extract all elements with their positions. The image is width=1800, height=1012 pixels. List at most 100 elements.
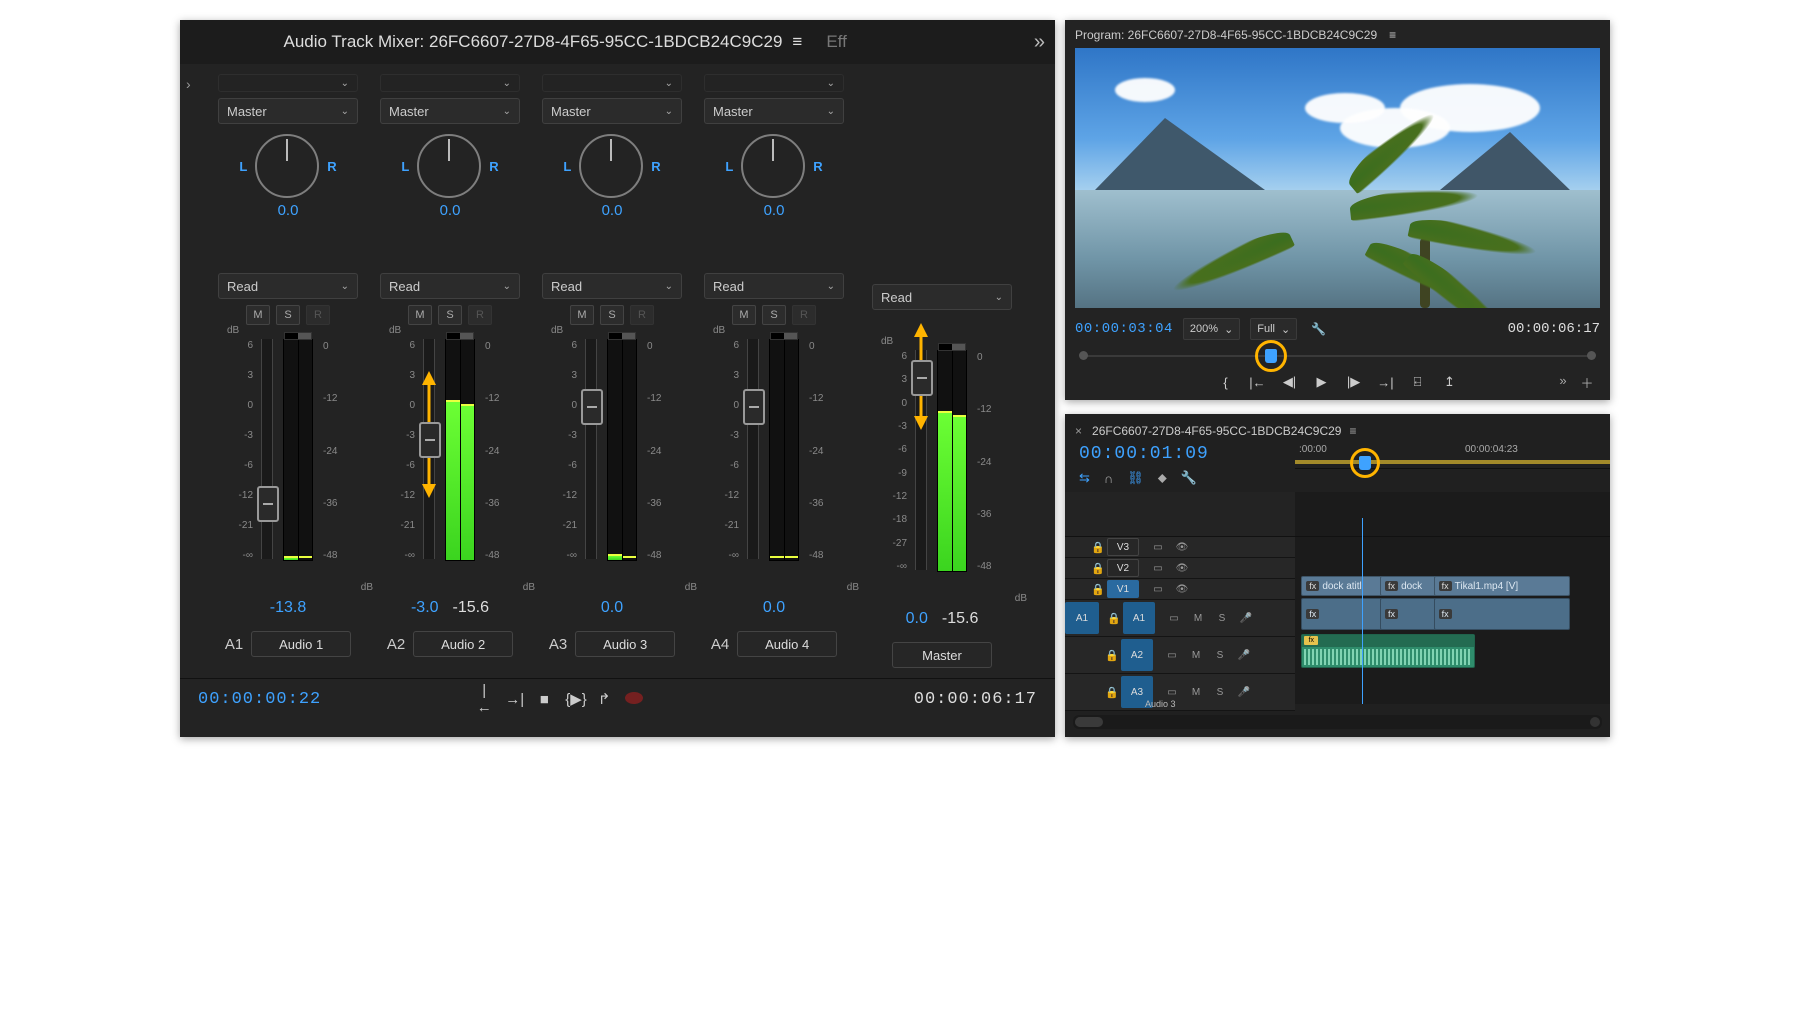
- loop-icon[interactable]: ↱: [595, 690, 613, 708]
- effect-slot-dropdown[interactable]: ⌄: [380, 74, 520, 92]
- timeline-playhead-line[interactable]: [1362, 518, 1363, 704]
- quality-dropdown[interactable]: Full⌄: [1250, 318, 1297, 340]
- automation-mode-dropdown[interactable]: Read⌄: [380, 273, 520, 299]
- mark-in-icon[interactable]: {: [1217, 375, 1235, 390]
- track-name-input[interactable]: Audio 2: [413, 631, 513, 657]
- audio-clip[interactable]: fx: [1434, 598, 1570, 630]
- toggle-output-icon[interactable]: ▭: [1167, 613, 1181, 624]
- fader-handle[interactable]: [257, 486, 279, 522]
- fx-badge[interactable]: fx: [1304, 636, 1318, 645]
- automation-mode-dropdown[interactable]: Read⌄: [542, 273, 682, 299]
- settings-wrench-icon[interactable]: 🔧: [1181, 470, 1197, 486]
- timeline-ruler[interactable]: :00:00 00:00:04:23: [1295, 442, 1610, 469]
- pan-value[interactable]: 0.0: [440, 202, 461, 219]
- send-dropdown[interactable]: Master⌄: [218, 98, 358, 124]
- audio-track-header[interactable]: A1 🔒 A1 ▭ M S 🎤: [1065, 600, 1295, 637]
- panel-menu-icon[interactable]: ≡: [1349, 424, 1356, 438]
- timeline-timecode[interactable]: 00:00:01:09: [1065, 442, 1295, 470]
- track-tag[interactable]: A2: [1121, 639, 1153, 671]
- insert-mode-icon[interactable]: ⇆: [1079, 470, 1090, 486]
- fader-db-value[interactable]: -3.0: [411, 599, 439, 617]
- mute-button[interactable]: M: [732, 305, 756, 325]
- fader-db-value[interactable]: 0.0: [601, 599, 623, 617]
- toggle-output-icon[interactable]: ▭: [1151, 563, 1165, 574]
- solo-button[interactable]: S: [276, 305, 300, 325]
- mute-button[interactable]: M: [246, 305, 270, 325]
- toggle-output-icon[interactable]: ▭: [1151, 542, 1165, 553]
- send-dropdown[interactable]: Master⌄: [704, 98, 844, 124]
- lock-icon[interactable]: 🔒: [1103, 686, 1121, 699]
- source-patch-tag[interactable]: A1: [1065, 602, 1099, 634]
- pan-knob[interactable]: [255, 134, 319, 198]
- toggle-output-icon[interactable]: ▭: [1151, 584, 1165, 595]
- lock-icon[interactable]: 🔒: [1089, 562, 1107, 575]
- toggle-output-icon[interactable]: ▭: [1165, 687, 1179, 698]
- mute-button[interactable]: M: [408, 305, 432, 325]
- fader-track[interactable]: [585, 339, 597, 559]
- fader-handle[interactable]: [911, 360, 933, 396]
- side-panel-toggle-icon[interactable]: ›: [186, 76, 191, 92]
- step-back-icon[interactable]: ◀|: [1281, 374, 1299, 390]
- audio-track-header[interactable]: 🔒 A2 ▭ M S 🎤: [1065, 637, 1295, 674]
- marker-icon[interactable]: ⬥: [1158, 470, 1167, 486]
- program-playhead-highlight[interactable]: [1255, 340, 1287, 372]
- timeline-playhead-highlight[interactable]: [1350, 448, 1380, 478]
- mixer-timecode-current[interactable]: 00:00:00:22: [198, 690, 321, 709]
- fx-badge[interactable]: fx: [1306, 609, 1319, 619]
- overflow-icon[interactable]: »: [1034, 31, 1045, 54]
- fx-badge[interactable]: fx: [1306, 581, 1319, 591]
- fx-badge[interactable]: fx: [1385, 581, 1398, 591]
- play-icon[interactable]: ▶: [1313, 374, 1331, 390]
- export-frame-icon[interactable]: ↥: [1441, 374, 1459, 390]
- lock-icon[interactable]: 🔒: [1089, 583, 1107, 596]
- mute-button[interactable]: M: [1189, 687, 1203, 698]
- video-clip[interactable]: fxdock: [1380, 576, 1440, 596]
- go-to-out-icon[interactable]: →|: [505, 691, 523, 708]
- timeline-horizontal-scrollbar[interactable]: [1073, 715, 1602, 729]
- voice-over-icon[interactable]: 🎤: [1237, 687, 1251, 698]
- pan-value[interactable]: 0.0: [602, 202, 623, 219]
- lock-icon[interactable]: 🔒: [1089, 541, 1107, 554]
- overflow-icon[interactable]: »: [1554, 373, 1572, 392]
- solo-button[interactable]: S: [600, 305, 624, 325]
- program-title[interactable]: Program: 26FC6607-27D8-4F65-95CC-1BDCB24…: [1075, 28, 1377, 42]
- send-dropdown[interactable]: Master⌄: [542, 98, 682, 124]
- snap-icon[interactable]: ∩: [1104, 471, 1113, 486]
- panel-menu-icon[interactable]: ≡: [1389, 28, 1396, 42]
- voice-over-icon[interactable]: 🎤: [1239, 613, 1253, 624]
- fader-track[interactable]: [261, 339, 273, 559]
- go-to-in-icon[interactable]: |←: [475, 682, 493, 716]
- timeline-tab-title[interactable]: 26FC6607-27D8-4F65-95CC-1BDCB24C9C29: [1092, 424, 1341, 438]
- send-dropdown[interactable]: Master⌄: [380, 98, 520, 124]
- program-timecode-current[interactable]: 00:00:03:04: [1075, 321, 1173, 337]
- next-tab-label[interactable]: Eff: [826, 32, 846, 52]
- video-track-header[interactable]: 🔒 V3 ▭👁: [1065, 537, 1295, 558]
- record-enable-button[interactable]: R: [630, 305, 654, 325]
- solo-button[interactable]: S: [1215, 613, 1229, 624]
- fader-db-value[interactable]: 0.0: [763, 599, 785, 617]
- audio-clip[interactable]: fx: [1301, 598, 1387, 630]
- fader-handle[interactable]: [581, 389, 603, 425]
- voice-over-icon[interactable]: 🎤: [1237, 650, 1251, 661]
- pan-knob[interactable]: [417, 134, 481, 198]
- fader-track[interactable]: [747, 339, 759, 559]
- program-viewport[interactable]: [1075, 48, 1600, 308]
- audio-clip[interactable]: fx: [1380, 598, 1440, 630]
- video-track-header[interactable]: 🔒 V2 ▭👁: [1065, 558, 1295, 579]
- record-icon[interactable]: [625, 691, 643, 708]
- effect-slot-dropdown[interactable]: ⌄: [542, 74, 682, 92]
- audio-track-header[interactable]: 🔒 A3 ▭ M S 🎤 Audio 3: [1065, 674, 1295, 711]
- track-name-input[interactable]: Audio 1: [251, 631, 351, 657]
- track-tag[interactable]: V2: [1107, 559, 1139, 577]
- mute-button[interactable]: M: [1189, 650, 1203, 661]
- solo-button[interactable]: S: [1213, 687, 1227, 698]
- lift-icon[interactable]: ⍇: [1409, 374, 1427, 390]
- record-enable-button[interactable]: R: [468, 305, 492, 325]
- stop-icon[interactable]: ■: [535, 691, 553, 708]
- toggle-eye-icon[interactable]: 👁: [1175, 584, 1189, 595]
- track-name-input[interactable]: Audio 3: [575, 631, 675, 657]
- mixer-tab-title[interactable]: Audio Track Mixer: 26FC6607-27D8-4F65-95…: [284, 32, 783, 52]
- track-name-input[interactable]: Master: [892, 642, 992, 668]
- track-tag[interactable]: V1: [1107, 580, 1139, 598]
- settings-wrench-icon[interactable]: 🔧: [1311, 322, 1326, 336]
